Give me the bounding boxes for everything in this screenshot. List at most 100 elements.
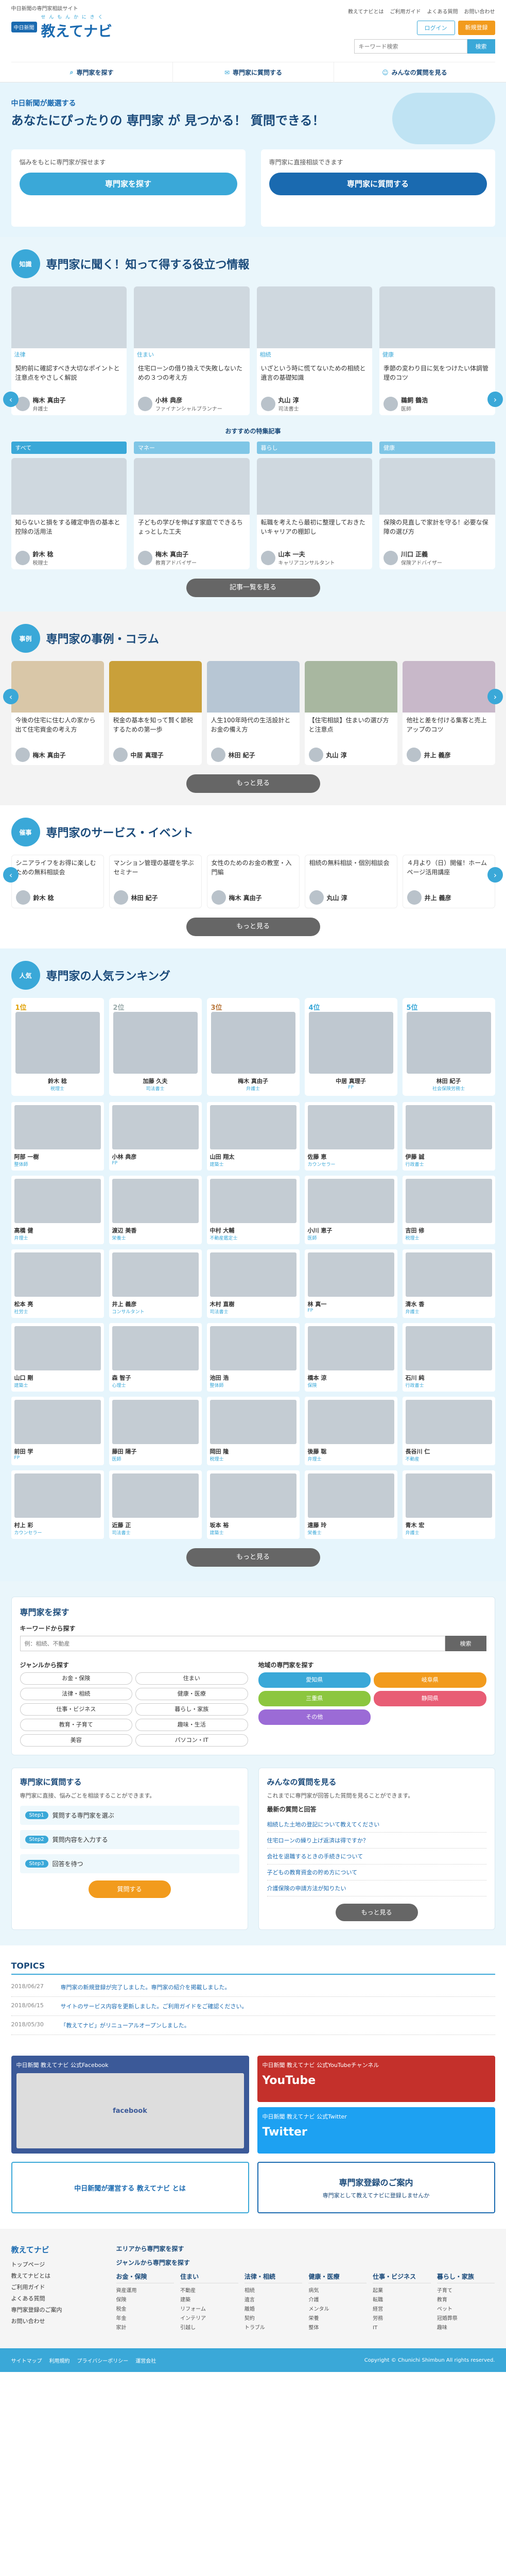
- genre-chip[interactable]: パソコン・IT: [135, 1734, 248, 1747]
- genre-chip[interactable]: 仕事・ビジネス: [20, 1703, 132, 1716]
- footer-link[interactable]: トップページ: [11, 2259, 104, 2270]
- header-search-input[interactable]: [354, 39, 467, 54]
- login-button[interactable]: ログイン: [416, 21, 455, 35]
- area-chip[interactable]: 三重県: [258, 1691, 371, 1706]
- service-card[interactable]: マンション管理の基礎を学ぶセミナー 林田 紀子: [109, 855, 202, 908]
- expert-card[interactable]: 遠藤 玲栄養士: [304, 1470, 397, 1539]
- expert-card[interactable]: 山田 翔太 建築士: [206, 1102, 300, 1171]
- footer-link[interactable]: リフォーム: [180, 2305, 238, 2314]
- expert-card[interactable]: 橋本 涼保険: [304, 1323, 397, 1392]
- column-card[interactable]: 【住宅相談】住まいの選び方と注意点 丸山 淳: [304, 661, 397, 765]
- footer-link[interactable]: 保険: [116, 2296, 175, 2305]
- expert-card[interactable]: 森 智子 心理士: [109, 1323, 202, 1392]
- footer-link[interactable]: 引越し: [180, 2324, 238, 2333]
- register-button[interactable]: 新規登録: [458, 21, 495, 35]
- expert-card[interactable]: 佐藤 恵カウンセラー: [304, 1102, 397, 1171]
- youtube-banner[interactable]: 中日新聞 教えてナビ 公式YouTubeチャンネル YouTube: [257, 2056, 495, 2102]
- expert-card[interactable]: 阿部 一樹 整体師: [11, 1102, 104, 1171]
- expert-card[interactable]: 井上 義彦 コンサルタント: [109, 1249, 202, 1318]
- footer-link[interactable]: 相続: [245, 2286, 303, 2296]
- footer-link[interactable]: 経営: [373, 2305, 431, 2314]
- genre-chip[interactable]: 美容: [20, 1734, 132, 1747]
- about-banner[interactable]: 中日新聞が運営する 教えてナビ とは: [11, 2162, 249, 2213]
- expert-card[interactable]: 林 真一 FP: [304, 1249, 397, 1318]
- column-card[interactable]: 税金の基本を知って賢く節税するための第一歩 中居 真理子: [109, 661, 202, 765]
- area-chip[interactable]: 静岡県: [374, 1691, 486, 1706]
- expert-card[interactable]: 小林 典彦 FP: [109, 1102, 202, 1171]
- footer-link[interactable]: 不動産: [180, 2286, 238, 2296]
- footer-link[interactable]: 整体: [308, 2324, 367, 2333]
- expert-card[interactable]: 後藤 聡弁理士: [304, 1397, 397, 1465]
- footer-link[interactable]: ペット: [437, 2305, 495, 2314]
- ask-button[interactable]: 質問する: [88, 1880, 171, 1898]
- service-card[interactable]: シニアライフをお得に楽しむための無料相談会 鈴木 稔: [11, 855, 104, 908]
- footer-link[interactable]: 介護: [308, 2296, 367, 2305]
- expert-card[interactable]: 松本 亮社労士: [11, 1249, 104, 1318]
- expert-card[interactable]: 岡田 隆税理士: [206, 1397, 300, 1465]
- expert-card[interactable]: 近藤 正司法書士: [109, 1470, 202, 1539]
- expert-card[interactable]: 藤田 陽子 医師: [109, 1397, 202, 1465]
- expert-card[interactable]: 石川 純行政書士: [402, 1323, 495, 1392]
- expert-card[interactable]: 渡辺 美香 栄養士: [109, 1176, 202, 1244]
- footer-bottom-link[interactable]: 運営会社: [135, 2357, 156, 2364]
- carousel-prev-icon[interactable]: ‹: [3, 867, 19, 883]
- column-card[interactable]: 人生100年時代の生活設計とお金の備え方 林田 紀子: [206, 661, 300, 765]
- footer-bottom-link[interactable]: サイトマップ: [11, 2357, 42, 2364]
- carousel-prev-icon[interactable]: ‹: [3, 689, 19, 704]
- ranking-card[interactable]: 3位 梅木 真由子 弁護士: [206, 998, 300, 1096]
- expert-card[interactable]: 山口 剛建築士: [11, 1323, 104, 1392]
- carousel-prev-icon[interactable]: ‹: [3, 392, 19, 407]
- top-link[interactable]: よくある質問: [427, 7, 458, 15]
- carousel-next-icon[interactable]: ›: [487, 689, 503, 704]
- footer-link[interactable]: 起業: [373, 2286, 431, 2296]
- ranking-card[interactable]: 5位 林田 紀子 社会保険労務士: [402, 998, 495, 1096]
- article-card[interactable]: 相続 いざという時に慌てないための相続と遺言の基礎知識 丸山 淳司法書士: [256, 286, 372, 415]
- footer-link[interactable]: IT: [373, 2324, 431, 2333]
- facebook-banner[interactable]: 中日新聞 教えてナビ 公式Facebook facebook: [11, 2056, 249, 2154]
- genre-chip[interactable]: お金・保険: [20, 1672, 132, 1685]
- qa-item[interactable]: 会社を退職するときの手続きについて: [267, 1849, 486, 1865]
- service-card[interactable]: 相続の無料相談・個別相談会 丸山 淳: [304, 855, 397, 908]
- nav-find-expert[interactable]: ⌕ 専門家を探す: [11, 62, 172, 82]
- column-card[interactable]: 今後の住宅に住む人の家から出て住宅資金の考え方 梅木 真由子: [11, 661, 104, 765]
- footer-bottom-link[interactable]: プライバシーポリシー: [77, 2357, 129, 2364]
- expert-card[interactable]: 木村 直樹 司法書士: [206, 1249, 300, 1318]
- expert-card[interactable]: 中村 大輔 不動産鑑定士: [206, 1176, 300, 1244]
- topic-item[interactable]: 2018/06/27 専門家の新規登録が完了しました。専門家の紹介を掲載しました。: [11, 1978, 495, 1997]
- nav-ask-expert[interactable]: ✉ 専門家に質問する: [172, 62, 334, 82]
- hero-find-button[interactable]: 専門家を探す: [19, 173, 237, 195]
- footer-link[interactable]: 栄養: [308, 2314, 367, 2324]
- tab-health[interactable]: 健康: [379, 442, 495, 454]
- article-card[interactable]: 知らないと損をする確定申告の基本と控除の活用法 鈴木 稔税理士: [11, 458, 127, 569]
- footer-bottom-link[interactable]: 利用規約: [49, 2357, 70, 2364]
- ranking-more-button[interactable]: もっと見る: [186, 1548, 320, 1567]
- genre-chip[interactable]: 趣味・生活: [135, 1719, 248, 1731]
- column-more-button[interactable]: もっと見る: [186, 774, 320, 793]
- topic-item[interactable]: 2018/06/15 サイトのサービス内容を更新しました。ご利用ガイドをご確認くだ…: [11, 1997, 495, 2016]
- twitter-banner[interactable]: 中日新聞 教えてナビ 公式Twitter Twitter: [257, 2107, 495, 2154]
- topic-item[interactable]: 2018/05/30 「教えてナビ」がリニューアルオープンしました。: [11, 2016, 495, 2035]
- footer-link[interactable]: メンタル: [308, 2305, 367, 2314]
- footer-link[interactable]: ご利用ガイド: [11, 2282, 104, 2293]
- join-banner[interactable]: 専門家登録のご案内 専門家として教えてナビに登録しませんか: [257, 2162, 495, 2213]
- footer-link[interactable]: トラブル: [245, 2324, 303, 2333]
- service-card[interactable]: 女性のためのお金の教室・入門編 梅木 真由子: [206, 855, 300, 908]
- footer-link[interactable]: 転職: [373, 2296, 431, 2305]
- article-card[interactable]: 転職を考えたら最初に整理しておきたいキャリアの棚卸し 山本 一夫 キャリアコンサルタ…: [256, 458, 372, 569]
- carousel-next-icon[interactable]: ›: [487, 867, 503, 883]
- keyword-search-button[interactable]: 検索: [445, 1636, 486, 1651]
- expert-card[interactable]: 小川 恵子 医師: [304, 1176, 397, 1244]
- article-card[interactable]: 保険の見直しで家計を守る！必要な保障の選び方 川口 正義 保険アドバイザー: [379, 458, 495, 569]
- footer-link[interactable]: 家計: [116, 2324, 175, 2333]
- qa-item[interactable]: 住宅ローンの繰り上げ返済は得ですか？: [267, 1833, 486, 1849]
- expert-card[interactable]: 前田 学 FP: [11, 1397, 104, 1465]
- column-card[interactable]: 他社と差を付ける集客と売上アップのコツ 井上 義彦: [402, 661, 495, 765]
- footer-link[interactable]: 遺言: [245, 2296, 303, 2305]
- footer-link[interactable]: 趣味: [437, 2324, 495, 2333]
- footer-link[interactable]: 年金: [116, 2314, 175, 2324]
- ranking-card[interactable]: 4位 中居 真理子 FP: [304, 998, 397, 1096]
- qa-item[interactable]: 相続した土地の登記について教えてください: [267, 1817, 486, 1833]
- genre-chip[interactable]: 法律・相続: [20, 1688, 132, 1700]
- expert-card[interactable]: 伊藤 誠行政書士: [402, 1102, 495, 1171]
- footer-link[interactable]: 冠婚葬祭: [437, 2314, 495, 2324]
